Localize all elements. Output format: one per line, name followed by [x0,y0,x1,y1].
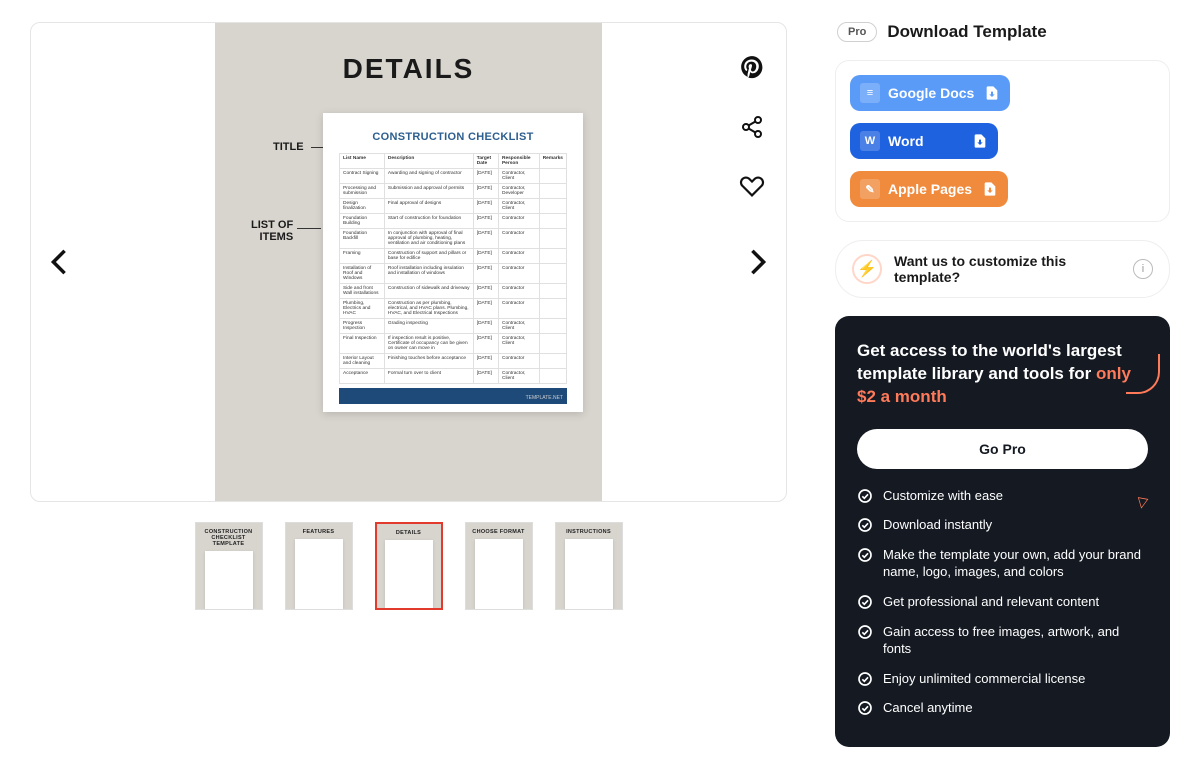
download-icon [972,133,988,149]
check-icon [857,517,873,533]
format-label: Google Docs [888,85,974,101]
format-label: Word [888,133,924,149]
benefit-text: Enjoy unlimited commercial license [883,670,1085,688]
check-icon [857,488,873,504]
table-row: Installation of Roof and WindowsRoof ins… [340,264,567,284]
preview-card: DETAILS TITLE LIST OFITEMS CONSTRUCTION … [30,22,787,502]
table-row: Design finalizationFinal approval of des… [340,199,567,214]
checklist-table: List NameDescriptionTarget DateResponsib… [339,153,567,384]
benefit-item: Cancel anytime [857,699,1148,717]
table-header: List Name [340,154,385,169]
go-pro-button[interactable]: Go Pro [857,429,1148,469]
thumbnail-doc [385,540,433,608]
download-icon [982,181,998,197]
benefit-item: Download instantly [857,516,1148,534]
pro-headline: Get access to the world's largest templa… [857,340,1148,409]
benefit-item: Gain access to free images, artwork, and… [857,623,1148,658]
google-docs-button[interactable]: ≡ Google Docs [850,75,1010,111]
callout-items-label: LIST OFITEMS [251,219,293,243]
benefit-text: Cancel anytime [883,699,973,717]
download-title: Download Template [887,22,1046,42]
thumbnail[interactable]: CONSTRUCTION CHECKLIST TEMPLATE [195,522,263,610]
word-button[interactable]: W Word [850,123,998,159]
thumbnail-title: INSTRUCTIONS [566,529,611,535]
thumbnail-doc [295,539,343,609]
next-arrow[interactable] [738,242,778,282]
check-icon [857,594,873,610]
table-header: Description [384,154,473,169]
document-footer: TEMPLATE.NET [339,388,567,404]
format-label: Apple Pages [888,181,972,197]
table-row: FramingConstruction of support and pilla… [340,249,567,264]
google-docs-icon: ≡ [860,83,880,103]
thumbnail[interactable]: INSTRUCTIONS [555,522,623,610]
callout-title-label: TITLE [273,141,304,153]
table-row: AcceptanceFormal turn over to client[DAT… [340,369,567,384]
check-icon [857,547,873,563]
callout-line [297,228,321,229]
share-icon[interactable] [736,111,768,143]
table-header: Target Date [473,154,498,169]
thumbnail[interactable]: CHOOSE FORMAT [465,522,533,610]
format-box: ≡ Google Docs W Word ✎ Apple Pages [835,60,1170,222]
favorite-icon[interactable] [736,171,768,203]
pinterest-icon[interactable] [736,51,768,83]
thumbnail[interactable]: FEATURES [285,522,353,610]
thumbnail-doc [205,551,253,609]
benefits-list: Customize with ease Download instantly Mak… [857,487,1148,717]
info-icon[interactable]: i [1133,259,1153,279]
document-footer-tag: TEMPLATE.NET [526,395,563,401]
benefit-text: Gain access to free images, artwork, and… [883,623,1148,658]
thumbnail[interactable]: DETAILS [375,522,443,610]
word-icon: W [860,131,880,151]
table-row: Processing and submissionSubmission and … [340,184,567,199]
prev-arrow[interactable] [39,242,79,282]
table-row: Foundation BackfillIn conjunction with a… [340,229,567,249]
benefit-text: Customize with ease [883,487,1003,505]
benefit-text: Download instantly [883,516,992,534]
decorative-swoosh [1126,354,1160,394]
table-row: Progress InspectionGrading inspecting[DA… [340,319,567,334]
customize-label: Want us to customize this template? [894,253,1121,285]
check-icon [857,671,873,687]
preview-heading: DETAILS [343,53,475,85]
benefit-text: Make the template your own, add your bra… [883,546,1148,581]
benefit-item: Get professional and relevant content [857,593,1148,611]
thumbnail-doc [475,539,523,609]
apple-pages-icon: ✎ [860,179,880,199]
document-page: CONSTRUCTION CHECKLIST List NameDescript… [323,113,583,412]
download-header: Pro Download Template [835,22,1170,42]
thumbnail-row: CONSTRUCTION CHECKLIST TEMPLATE FEATURES D… [30,522,787,610]
thumbnail-title: CHOOSE FORMAT [472,529,524,535]
table-row: Side and front Wall installationsConstru… [340,284,567,299]
document-title: CONSTRUCTION CHECKLIST [339,131,567,143]
benefit-item: Make the template your own, add your bra… [857,546,1148,581]
table-row: Foundation BuildingStart of construction… [340,214,567,229]
pro-badge: Pro [837,22,877,42]
thumbnail-doc [565,539,613,609]
benefit-item: Enjoy unlimited commercial license [857,670,1148,688]
preview-background: DETAILS TITLE LIST OFITEMS CONSTRUCTION … [215,23,602,501]
thumbnail-title: CONSTRUCTION CHECKLIST TEMPLATE [196,529,262,547]
thumbnail-title: DETAILS [396,530,421,536]
customize-button[interactable]: ⚡ Want us to customize this template? i [835,240,1170,298]
table-row: Interior Layout and cleaningFinishing to… [340,354,567,369]
table-row: Contract SigningAwarding and signing of … [340,169,567,184]
table-row: Final InspectionIf inspection result is … [340,334,567,354]
bolt-icon: ⚡ [852,254,882,284]
thumbnail-title: FEATURES [303,529,335,535]
benefit-text: Get professional and relevant content [883,593,1099,611]
benefit-item: Customize with ease [857,487,1148,505]
download-icon [984,85,1000,101]
apple-pages-button[interactable]: ✎ Apple Pages [850,171,1008,207]
pro-card: Get access to the world's largest templa… [835,316,1170,747]
table-header: Responsible Person [498,154,539,169]
table-row: Plumbing, Electrics and HVACConstruction… [340,299,567,319]
table-header: Remarks [539,154,566,169]
check-icon [857,700,873,716]
